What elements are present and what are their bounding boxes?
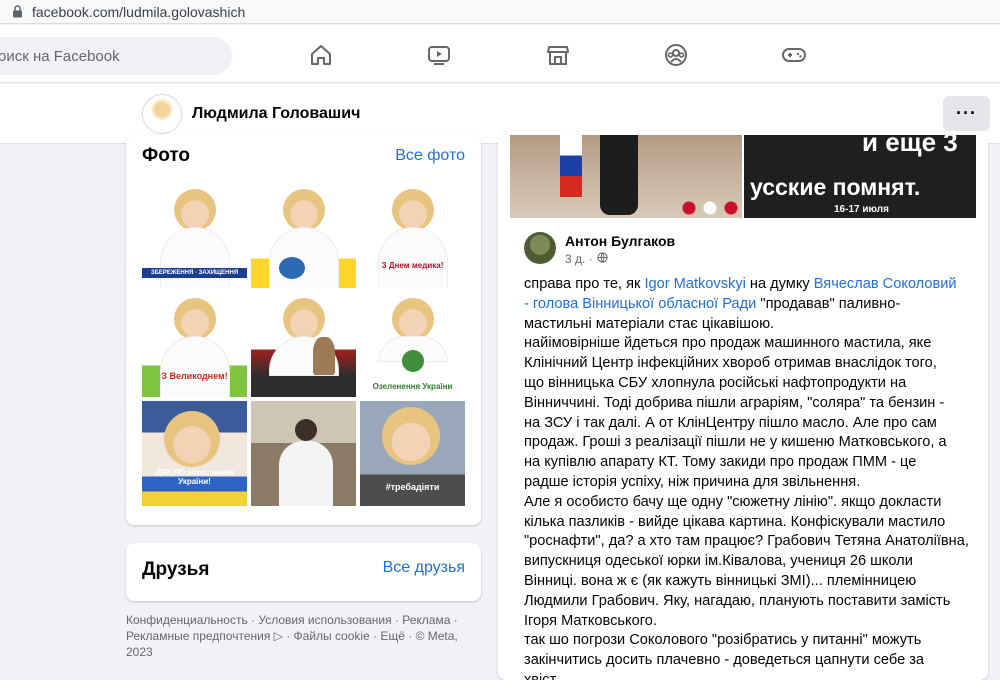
more-options-label: ···	[956, 103, 977, 123]
photo-overlay-text: и еще 3	[862, 135, 958, 157]
photos-title: Фото	[142, 145, 191, 166]
post-text-line: кілька пазликів - вийде цікава картина. …	[524, 513, 946, 530]
more-options-button[interactable]: ···	[943, 96, 990, 131]
post-meta: 3 д. ·	[565, 252, 608, 266]
address-bar[interactable]: facebook.com/ludmila.golovashich	[0, 0, 1000, 24]
post-text-line: так шо погрози Соколового "розібратись у…	[524, 632, 922, 649]
post-text-line: закінчитись досить плачевно - доведеться…	[524, 652, 925, 669]
top-navigation: оиск на Facebook	[0, 25, 1000, 83]
portrait-body	[378, 227, 448, 288]
flag-graphic	[560, 135, 582, 197]
tree-icon	[402, 350, 424, 372]
photo-caption: #требадіяти	[385, 482, 440, 492]
photo-thumbnail[interactable]: ДЯКУЮ захисникам України!	[142, 401, 247, 506]
post-card: и еще 3 усские помнят. 16-17 июля Антон …	[498, 135, 988, 680]
photo-caption: Озеленення України	[372, 382, 453, 391]
friends-card: Друзья Все друзья	[126, 543, 481, 601]
post-text-line: Людмили Грабович. Яку, нагадаю, планують…	[524, 592, 951, 609]
post-text-line: що вінницька СБУ хлопнула російські нафт…	[524, 374, 907, 391]
photo-caption: ЗБЕРЕЖЕННЯ · ЗАХИЩЕННЯ	[142, 268, 247, 278]
mention-link[interactable]: - голова Вінницької обласної Ради	[524, 296, 756, 312]
post-text-line: мастильні матеріали стає цікавішою.	[524, 315, 775, 332]
post-text-line: найімовірніше йдеться про продаж машинно…	[524, 335, 932, 352]
search-placeholder: оиск на Facebook	[0, 47, 120, 65]
footer-line[interactable]: Рекламные предпочтения ▷ · Файлы cookie …	[126, 628, 481, 644]
lock-icon	[10, 5, 24, 19]
groups-icon[interactable]	[656, 37, 696, 73]
post-text-line: на купівлю апарату КТ. Тому закиди про п…	[524, 454, 917, 471]
footer-line[interactable]: Конфиденциальность · Условия использован…	[126, 612, 481, 628]
gaming-icon[interactable]	[774, 37, 814, 73]
flowers-graphic	[675, 198, 742, 218]
photo-thumbnail[interactable]: З Великоднем!	[142, 292, 247, 397]
footer-line: 2023	[126, 645, 153, 659]
globe-icon	[597, 252, 608, 266]
portrait-head	[174, 189, 216, 231]
photo-thumbnail[interactable]	[251, 401, 356, 506]
portrait-body	[160, 336, 230, 397]
photo-caption: ДЯКУЮ захисникам України!	[155, 468, 234, 486]
badge-icon	[279, 257, 305, 279]
friends-title: Друзья	[142, 559, 210, 580]
portrait-head	[283, 298, 325, 340]
post-time[interactable]: 3 д. ·	[565, 252, 593, 266]
portrait-head	[164, 411, 220, 467]
page-footer: Конфиденциальность · Условия использован…	[126, 612, 481, 660]
profile-name[interactable]: Людмила Головашич	[192, 105, 360, 123]
portrait-head	[174, 298, 216, 340]
portrait-head	[382, 407, 440, 465]
post-text-line: Ігоря Матковського.	[524, 612, 657, 629]
photo-thumbnail[interactable]: ЗБЕРЕЖЕННЯ · ЗАХИЩЕННЯ	[142, 183, 247, 288]
photo-thumbnail[interactable]	[251, 292, 356, 397]
post-text-line: Але я особисто бачу ще одну "сюжетну лін…	[524, 493, 942, 510]
photo-thumbnail[interactable]: Озеленення України	[360, 292, 465, 397]
post-text-line: випускниця одеської юрки ім.Ківалова, уч…	[524, 553, 913, 570]
photo-thumbnail[interactable]: #требадіяти	[360, 401, 465, 506]
search-input[interactable]: оиск на Facebook	[0, 37, 232, 75]
profile-avatar[interactable]	[142, 94, 182, 134]
portrait-head	[392, 189, 434, 231]
photo-grid: ЗБЕРЕЖЕННЯ · ЗАХИЩЕННЯ З Днем медика! З …	[142, 183, 465, 506]
photo-banner-text: усские помнят.	[750, 174, 921, 200]
photo-caption: З Великоднем!	[161, 371, 228, 381]
mention-link[interactable]: Вячеслав Соколовий	[814, 276, 957, 292]
all-friends-link[interactable]: Все друзья	[383, 559, 465, 577]
watch-icon[interactable]	[419, 37, 459, 73]
marketplace-icon[interactable]	[538, 37, 578, 73]
mention-link[interactable]: Igor Matkovskyi	[644, 276, 745, 292]
portrait-body	[160, 227, 230, 288]
post-text-line: на ЗСУ і так далі. А от КлінЦентру пішло…	[524, 414, 937, 431]
post-text-line: справа про те, як Igor Matkovskyi на дум…	[524, 276, 957, 292]
post-text-line: продаж. Гроші з реалізації пішли не у ки…	[524, 434, 947, 451]
post-photo-left[interactable]	[510, 135, 742, 218]
post-text-line: Вінниці. вона ж є (як кажуть вінницькі З…	[524, 572, 917, 589]
post-text-line: хвіст	[524, 671, 557, 680]
photo-caption: З Днем медика!	[381, 261, 444, 270]
author-avatar[interactable]	[524, 232, 556, 264]
rabbit-icon	[313, 337, 335, 375]
portrait-head	[283, 189, 325, 231]
person-body	[279, 441, 333, 506]
post-text-line: - голова Вінницької обласної Ради "прода…	[524, 295, 901, 312]
photo-thumbnail[interactable]: З Днем медика!	[360, 183, 465, 288]
author-name[interactable]: Антон Булгаков	[565, 233, 675, 249]
post-text-line: Клінічний Центр інфекційних хвороб отрим…	[524, 355, 937, 372]
photo-date-text: 16-17 июля	[834, 204, 889, 215]
all-photos-link[interactable]: Все фото	[395, 147, 465, 165]
person-figure	[600, 135, 638, 215]
post-photo-right[interactable]: и еще 3 усские помнят. 16-17 июля	[744, 135, 976, 218]
home-icon[interactable]	[301, 37, 341, 73]
photos-card: Фото Все фото ЗБЕРЕЖЕННЯ · ЗАХИЩЕННЯ З Д…	[126, 135, 481, 525]
person-head	[295, 419, 317, 441]
url-text: facebook.com/ludmila.golovashich	[32, 3, 246, 20]
portrait-body	[269, 227, 339, 288]
post-text: справа про те, як Igor Matkovskyi на дум…	[524, 275, 969, 680]
post-text-line: Вінниччині. Тоді добрива пішли аграріям,…	[524, 394, 945, 411]
photo-thumbnail[interactable]	[251, 183, 356, 288]
post-text-line: "роснафти", да? а хто там працює? Грабов…	[524, 533, 969, 550]
post-text-line: радше історія успіху, ніж причина для зв…	[524, 473, 861, 490]
portrait-head	[392, 298, 434, 340]
